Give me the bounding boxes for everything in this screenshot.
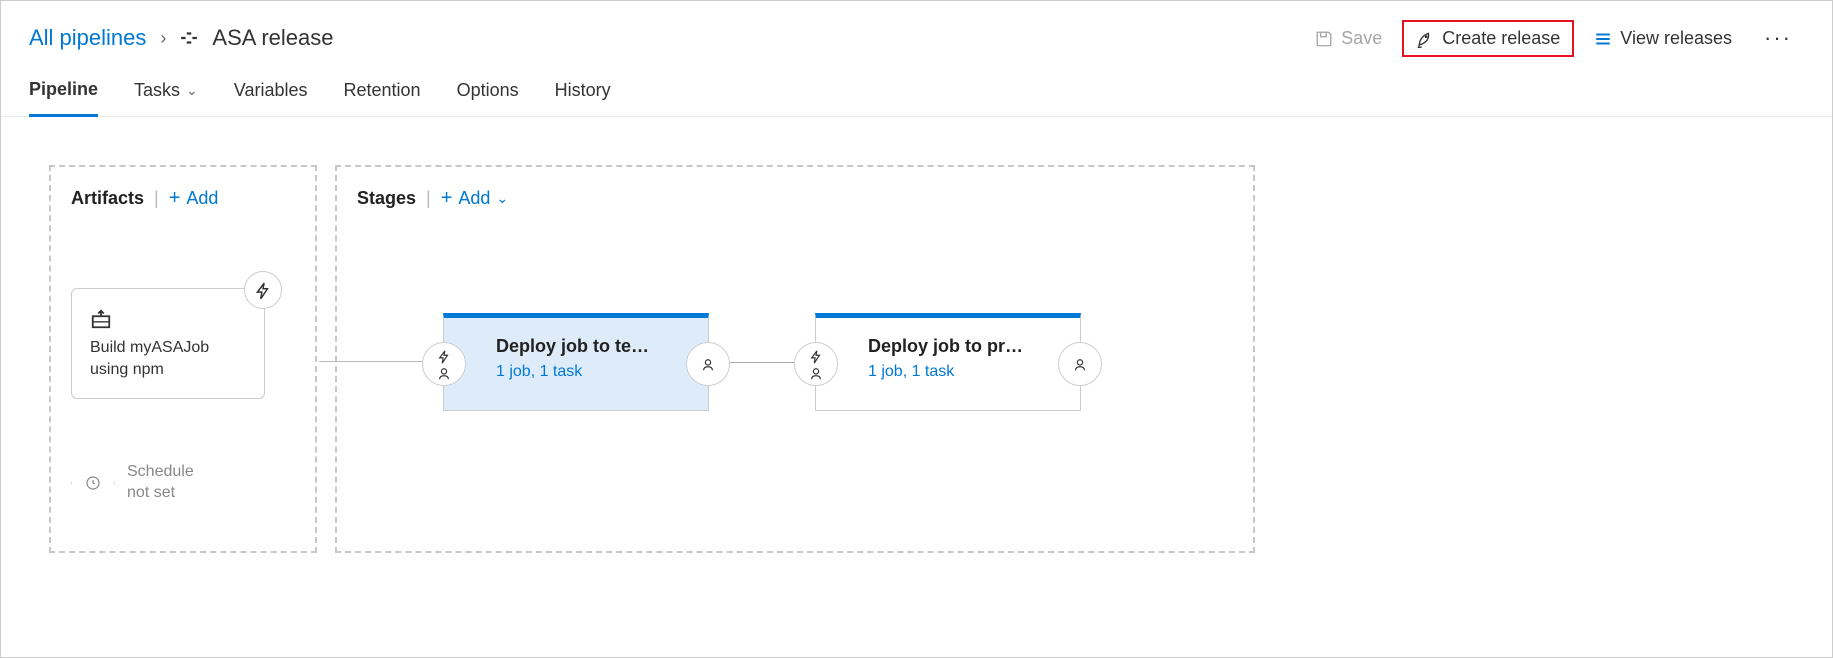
tab-options[interactable]: Options <box>457 79 519 116</box>
more-actions-button[interactable]: ··· <box>1752 19 1804 57</box>
person-icon <box>1073 356 1087 372</box>
create-release-button[interactable]: Create release <box>1402 20 1574 57</box>
tab-tasks[interactable]: Tasks ⌄ <box>134 79 198 116</box>
list-icon <box>1594 28 1612 49</box>
chevron-right-icon: › <box>160 28 166 49</box>
breadcrumb: All pipelines › ASA release <box>29 25 333 51</box>
plus-icon: + <box>441 187 453 210</box>
package-icon <box>90 305 246 331</box>
stages-title: Stages <box>357 188 416 209</box>
schedule-button[interactable] <box>71 461 115 505</box>
post-conditions-button[interactable] <box>686 342 730 386</box>
save-button: Save <box>1301 20 1396 57</box>
pre-conditions-button[interactable] <box>422 342 466 386</box>
lightning-icon <box>254 280 272 301</box>
stage-meta[interactable]: 1 job, 1 task <box>868 363 1028 381</box>
tabs-row: Pipeline Tasks ⌄ Variables Retention Opt… <box>1 69 1832 117</box>
add-artifact-label: Add <box>186 188 218 209</box>
tab-variables[interactable]: Variables <box>234 79 308 116</box>
tab-history[interactable]: History <box>555 79 611 116</box>
post-conditions-button[interactable] <box>1058 342 1102 386</box>
person-icon <box>809 365 823 381</box>
lightning-icon <box>437 347 451 363</box>
plus-icon: + <box>169 187 181 210</box>
chevron-down-icon: ⌄ <box>496 190 508 207</box>
add-stage-label: Add <box>458 188 490 209</box>
lightning-icon <box>809 347 823 363</box>
breadcrumb-root-link[interactable]: All pipelines <box>29 25 146 51</box>
release-pipeline-icon <box>180 29 198 47</box>
chevron-down-icon: ⌄ <box>186 82 198 99</box>
schedule-label: Schedule not set <box>127 462 217 504</box>
stage-name: Deploy job to test... <box>496 336 656 357</box>
stage-meta[interactable]: 1 job, 1 task <box>496 363 656 381</box>
tab-retention[interactable]: Retention <box>344 79 421 116</box>
page-title[interactable]: ASA release <box>212 25 333 51</box>
artifact-trigger-button[interactable] <box>244 271 282 309</box>
person-icon <box>701 356 715 372</box>
view-releases-button[interactable]: View releases <box>1580 20 1746 57</box>
save-icon <box>1315 28 1333 49</box>
stages-panel: Stages | + Add ⌄ Deploy job to test... 1… <box>335 165 1255 553</box>
rocket-icon <box>1416 28 1434 49</box>
pre-conditions-button[interactable] <box>794 342 838 386</box>
artifacts-panel: Artifacts | + Add Build myASAJob using n… <box>49 165 317 553</box>
add-artifact-button[interactable]: + Add <box>169 187 219 210</box>
add-stage-button[interactable]: + Add ⌄ <box>441 187 508 210</box>
stage-card-test[interactable]: Deploy job to test... 1 job, 1 task <box>443 313 709 411</box>
save-label: Save <box>1341 28 1382 49</box>
stage-name: Deploy job to pro... <box>868 336 1028 357</box>
create-release-label: Create release <box>1442 28 1560 49</box>
stage-card-prod[interactable]: Deploy job to pro... 1 job, 1 task <box>815 313 1081 411</box>
person-icon <box>437 365 451 381</box>
artifact-name: Build myASAJob using npm <box>90 337 246 380</box>
tab-tasks-label: Tasks <box>134 80 180 101</box>
tab-pipeline[interactable]: Pipeline <box>29 79 98 117</box>
artifacts-title: Artifacts <box>71 188 144 209</box>
artifact-card[interactable]: Build myASAJob using npm <box>71 288 265 399</box>
view-releases-label: View releases <box>1620 28 1732 49</box>
clock-icon <box>85 474 101 492</box>
